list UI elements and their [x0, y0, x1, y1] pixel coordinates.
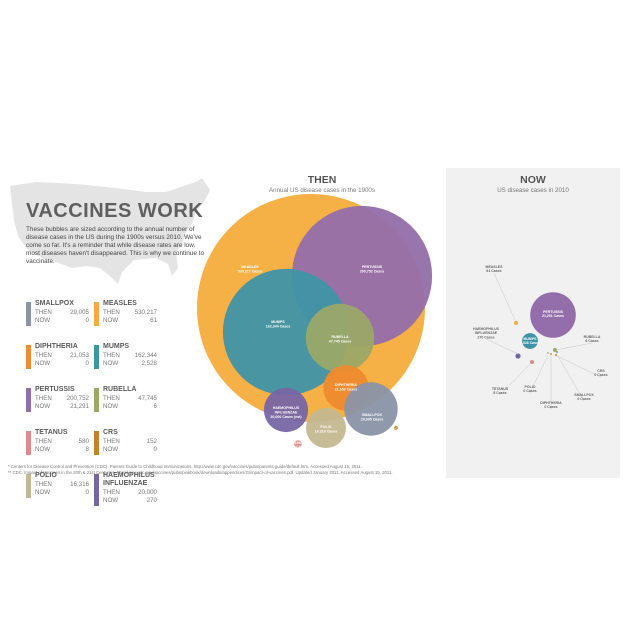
now-bubble-polio — [547, 352, 549, 354]
now-callout-label-rubella: RUBELLA 6 Cases — [584, 335, 601, 343]
now-bubble-diphtheria — [550, 353, 552, 355]
then-bubble-label-tetanus: TETANUS 580 Cases — [290, 441, 306, 449]
now-callout-label-tetanus: TETANUS 8 Cases — [492, 387, 509, 395]
then-bubble-label-smallpox: SMALLPOX 29,005 Cases — [361, 413, 384, 422]
now-callout-label-diphtheria: DIPHTHERIA 0 Cases — [540, 401, 562, 409]
then-bubble-label-diphtheria: DIPHTHERIA 21,053 Cases — [335, 383, 358, 392]
now-callout-label-measles: MEASLES 61 Cases — [486, 265, 504, 273]
now-callout-label-smallpox: SMALLPOX 0 Cases — [574, 393, 594, 401]
now-bubble-haemophilus-influenzae — [515, 353, 521, 359]
now-callout-line-haemophilus-influenzae — [485, 338, 519, 355]
then-bubble-label-rubella: RUBELLA 47,745 Cases — [329, 335, 352, 344]
now-callout-label-haemophilus-influenzae: HAEMOPHILUS INFLUENZAE 270 Cases — [473, 327, 500, 339]
infographic: VACCINES WORK These bubbles are sized ac… — [0, 0, 640, 640]
bubble-chart: MEASLES 530,217 Cases PERTUSSIS 200,752 Cas… — [197, 194, 608, 449]
now-callout-label-crs: CRS 0 Cases — [594, 369, 607, 377]
footnotes: * Centers for Disease Control and Preven… — [8, 464, 448, 476]
footnote-2: ** CDC. Impact of Vaccines in the 20th &… — [8, 470, 393, 475]
then-bubble-label-measles: MEASLES 530,217 Cases — [238, 265, 263, 274]
now-callout-line-measles — [493, 272, 517, 323]
now-bubble-smallpox — [556, 351, 558, 353]
now-callout-label-polio: POLIO 0 Cases — [523, 385, 536, 393]
then-bubble-label-pertussis: PERTUSSIS 200,752 Cases — [360, 265, 385, 274]
now-callout-line-rubella — [555, 342, 593, 351]
now-bubble-crs — [555, 354, 557, 356]
now-bubble-label-pertussis: PERTUSSIS 21,291 Cases — [542, 310, 564, 318]
